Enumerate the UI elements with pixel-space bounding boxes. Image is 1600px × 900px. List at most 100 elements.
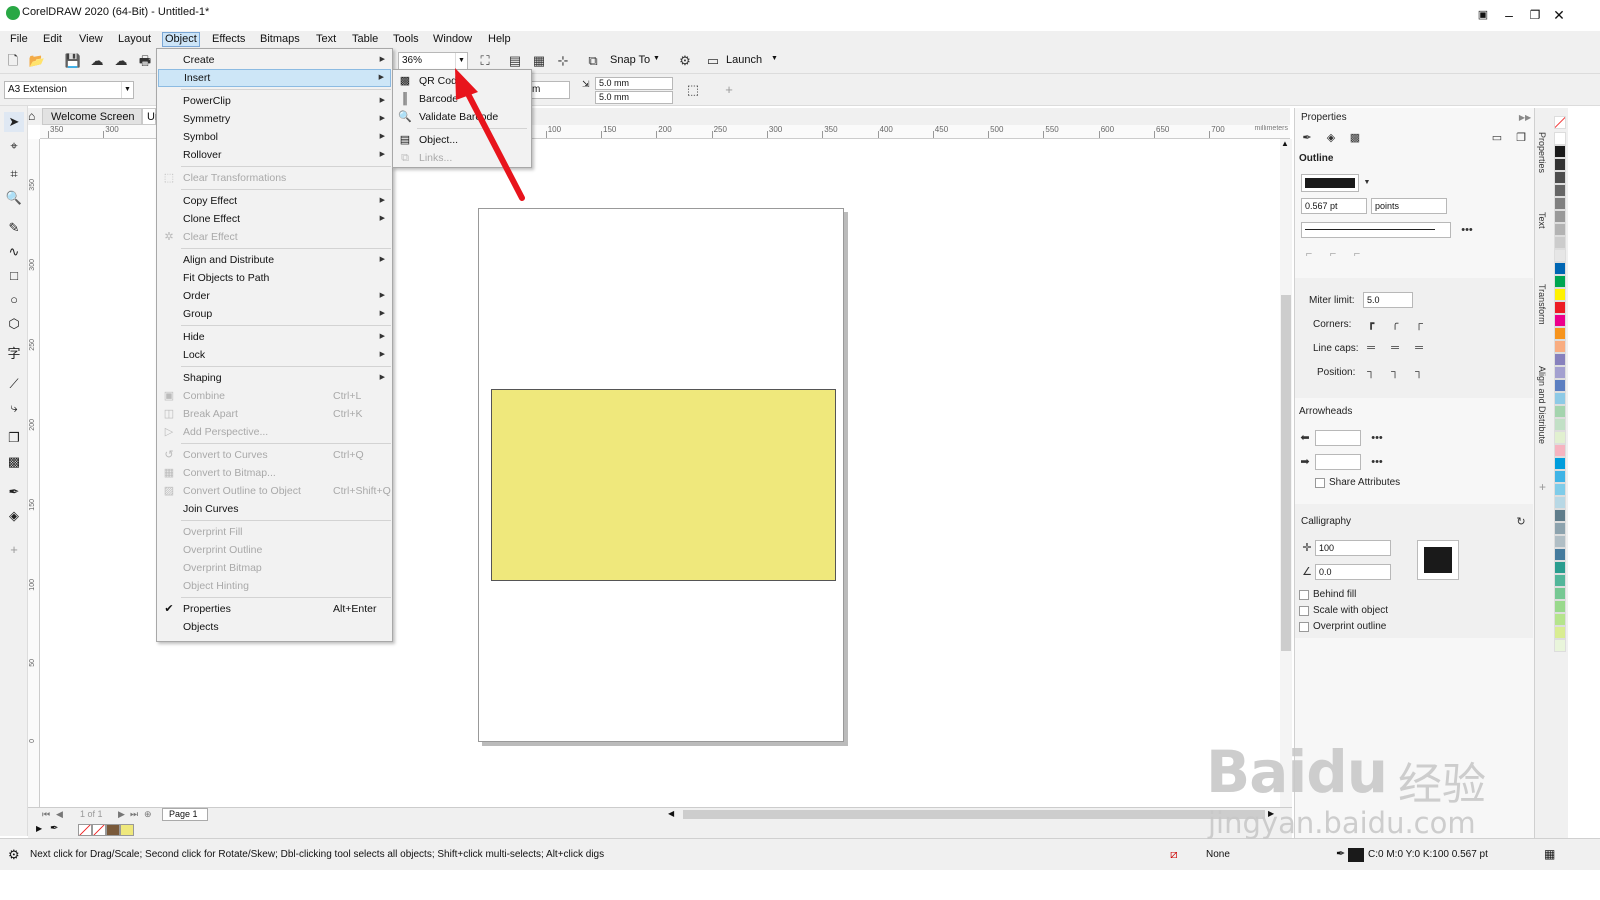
outline-color-picker[interactable] [1301,174,1359,192]
color-swatch[interactable] [1554,249,1566,262]
miter-corner-icon[interactable]: ┏ [1363,316,1379,332]
home-icon[interactable]: ⌂ [28,109,42,124]
add-tool-icon[interactable]: + [4,540,24,560]
add-icon[interactable]: + [720,81,738,99]
horizontal-scroll-thumb[interactable] [683,810,1265,819]
add-docker-icon[interactable]: + [1539,480,1546,494]
page-size-combo[interactable]: A3 Extension ▼ [4,81,134,99]
more-options-icon[interactable]: ••• [1459,222,1475,238]
color-swatch[interactable] [1554,223,1566,236]
menu-item-hide[interactable]: Hide ▶ [158,328,391,346]
color-swatch[interactable] [1554,314,1566,327]
outline-tab-icon[interactable]: ✒ [1299,130,1315,146]
docker-tab-text[interactable]: Text [1537,212,1547,229]
center-position-icon[interactable]: ┐ [1387,364,1403,380]
menu-item-order[interactable]: Order ▶ [158,287,391,305]
units-fragment-field[interactable]: m [528,81,570,99]
tab-welcome-screen[interactable]: Welcome Screen [42,108,142,125]
transparency-tab-icon[interactable]: ▩ [1347,130,1363,146]
account-icon[interactable]: ▣ [1470,4,1496,26]
outline-color-chevron-icon[interactable]: ▼ [1359,175,1375,191]
color-swatch[interactable] [1554,483,1566,496]
miter-limit-field[interactable]: 5.0 [1363,292,1413,308]
menu-item-symmetry[interactable]: Symmetry ▶ [158,110,391,128]
color-swatch[interactable] [1554,392,1566,405]
save-icon[interactable]: 💾 [64,52,82,70]
insert-item-object[interactable]: Object... ▤ [394,131,530,149]
first-page-icon[interactable]: ⏮ [42,809,50,820]
no-color-swatch[interactable] [78,824,92,836]
menu-table[interactable]: Table [350,32,380,47]
color-swatch[interactable] [1554,197,1566,210]
scroll-up-icon[interactable]: ▲ [1281,139,1289,148]
expand-palette-icon[interactable]: ▶ [36,824,42,833]
color-swatch[interactable] [1554,431,1566,444]
launch-chevron-icon[interactable]: ▼ [771,55,778,62]
grid-icon[interactable]: ▦ [530,52,548,70]
prev-page-icon[interactable]: ◀ [56,809,63,820]
color-swatch[interactable] [1554,496,1566,509]
snap-icon[interactable]: ⧉ [584,52,602,70]
docker-tab-align[interactable]: Align and Distribute [1537,366,1547,444]
menu-object[interactable]: Object [162,32,200,47]
menu-window[interactable]: Window [431,32,474,47]
menu-effects[interactable]: Effects [210,32,247,47]
crop-tool-icon[interactable]: ⌗ [4,164,24,184]
restore-button[interactable]: ❐ [1522,4,1548,26]
no-color-swatch[interactable] [1554,116,1566,129]
nib-preview[interactable] [1417,540,1459,580]
color-swatch[interactable] [1554,132,1566,145]
vertical-scroll-thumb[interactable] [1281,295,1291,651]
color-swatch[interactable] [1554,574,1566,587]
next-page-icon[interactable]: ▶ [118,809,125,820]
stretch-field[interactable]: 100 [1315,540,1391,556]
end-arrow-more-icon[interactable]: ••• [1369,454,1385,470]
color-swatch[interactable] [1554,210,1566,223]
drop-shadow-icon[interactable]: ❐ [4,428,24,448]
frame-icon[interactable]: ▭ [1489,130,1505,146]
pick-tool-icon[interactable]: ➤ [4,112,24,132]
launch-icon[interactable]: ▭ [704,52,722,70]
fill-tool-icon[interactable]: ◈ [4,506,24,526]
menu-item-properties[interactable]: Properties ✔ Alt+Enter [158,600,391,618]
connector-tool-icon[interactable]: ⤷ [4,398,24,418]
artistic-media-icon[interactable]: ∿ [4,242,24,262]
new-document-icon[interactable]: 🗋 [4,52,22,70]
menu-item-create[interactable]: Create ▶ [158,51,391,69]
color-swatch[interactable] [1554,561,1566,574]
rectangle-tool-icon[interactable]: □ [4,266,24,286]
menu-layout[interactable]: Layout [116,32,153,47]
round-cap-icon[interactable]: ═ [1387,340,1403,356]
menu-item-symbol[interactable]: Symbol ▶ [158,128,391,146]
menu-item-insert[interactable]: Insert ▶ [158,69,391,87]
start-arrow-more-icon[interactable]: ••• [1369,430,1385,446]
full-screen-icon[interactable]: ⛶ [476,52,494,70]
transparency-icon[interactable]: ▩ [4,452,24,472]
menu-item-join-curves[interactable]: Join Curves [158,500,391,518]
outside-position-icon[interactable]: ┐ [1363,364,1379,380]
snap-chevron-icon[interactable]: ▼ [653,55,660,62]
menu-text[interactable]: Text [314,32,338,47]
color-swatch[interactable] [1554,275,1566,288]
eyedropper-icon[interactable]: ✒ [4,482,24,502]
bevel-corner-icon[interactable]: ┌ [1411,316,1427,332]
vertical-scrollbar[interactable]: ▲ [1280,139,1292,807]
color-swatch[interactable] [1554,457,1566,470]
color-eyedropper-icon[interactable]: ✒ [50,823,58,834]
color-swatch[interactable] [1554,639,1566,652]
color-swatch[interactable] [1554,444,1566,457]
tab-untitled[interactable]: Ur [142,108,159,125]
color-swatch[interactable] [1554,548,1566,561]
nudge-y-field[interactable]: 5.0 mm [595,91,673,104]
menu-help[interactable]: Help [486,32,513,47]
line-style-select[interactable] [1301,222,1451,238]
menu-item-copy-effect[interactable]: Copy Effect ▶ [158,192,391,210]
menu-item-group[interactable]: Group ▶ [158,305,391,323]
outline-pen-icon[interactable]: ✒ [1336,847,1345,860]
brown-swatch[interactable] [106,824,120,836]
color-swatch[interactable] [1554,327,1566,340]
download-icon[interactable]: ☁ [112,52,130,70]
print-icon[interactable]: 🖶 [136,52,154,70]
launch-button[interactable]: Launch [726,54,762,66]
nudge-x-field[interactable]: 5.0 mm [595,77,673,90]
